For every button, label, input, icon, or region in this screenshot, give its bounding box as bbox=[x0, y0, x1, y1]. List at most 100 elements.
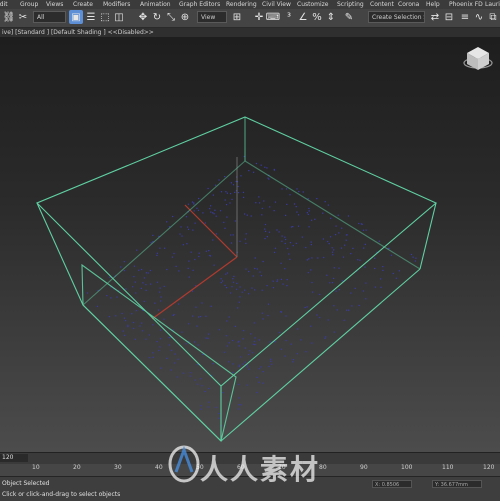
particle-dot bbox=[168, 337, 170, 339]
particle-dot bbox=[266, 236, 268, 238]
particle-dot bbox=[333, 331, 335, 333]
box-wireframe bbox=[36, 116, 438, 443]
rotate-icon[interactable]: ↻ bbox=[150, 10, 164, 24]
menu-item-rendering[interactable]: Rendering bbox=[226, 0, 257, 9]
particle-dot bbox=[234, 191, 236, 193]
reference-coordinate-dropdown[interactable]: View bbox=[197, 11, 227, 23]
menu-item-corona[interactable]: Corona bbox=[398, 0, 419, 9]
mirror-icon[interactable]: ⇄ bbox=[428, 10, 442, 24]
particle-dot bbox=[189, 375, 191, 377]
particle-dot bbox=[308, 207, 310, 210]
scale-icon[interactable]: ⤡ bbox=[164, 10, 178, 24]
menu-item-edit[interactable]: Edit bbox=[0, 0, 8, 9]
particle-dot bbox=[374, 286, 377, 288]
particle-dot bbox=[410, 253, 413, 256]
menu-item-civil-view[interactable]: Civil View bbox=[262, 0, 291, 9]
particle-dot bbox=[282, 283, 284, 285]
edit-named-selection-icon[interactable]: ✎ bbox=[342, 10, 356, 24]
named-selection-set-input[interactable]: Create Selection Se bbox=[368, 11, 425, 23]
particle-dot bbox=[142, 282, 144, 284]
menu-item-help[interactable]: Help bbox=[426, 0, 440, 9]
particle-dot bbox=[329, 282, 331, 284]
particle-dot bbox=[225, 287, 228, 289]
layer-explorer-icon[interactable]: ≡ bbox=[458, 10, 472, 24]
particle-dot bbox=[226, 192, 228, 194]
menu-item-phoenix-fd[interactable]: Phoenix FD bbox=[449, 0, 483, 9]
window-crossing-icon[interactable]: ◫ bbox=[112, 10, 126, 24]
menu-item-customize[interactable]: Customize bbox=[297, 0, 329, 9]
menu-item-animation[interactable]: Animation bbox=[140, 0, 171, 9]
particle-dot bbox=[276, 229, 278, 231]
particle-dot bbox=[238, 397, 240, 399]
particle-dot bbox=[308, 226, 310, 228]
particle-dot bbox=[247, 366, 249, 368]
coord-x-field[interactable]: X: 0.8506 bbox=[372, 480, 412, 488]
particle-dot bbox=[226, 272, 229, 274]
particle-dot bbox=[115, 315, 117, 317]
menu-item-graph-editors[interactable]: Graph Editors bbox=[179, 0, 220, 9]
particle-dot bbox=[301, 236, 303, 238]
menu-item-create[interactable]: Create bbox=[73, 0, 93, 9]
frame-counter[interactable]: 120 bbox=[0, 454, 28, 462]
spinner-snap-icon[interactable]: ⇕ bbox=[324, 10, 338, 24]
particle-dot bbox=[297, 328, 299, 330]
particle-dot bbox=[280, 278, 283, 280]
particle-dot bbox=[96, 305, 99, 307]
particle-dot bbox=[166, 357, 168, 359]
timeline-tick-label: 110 bbox=[442, 464, 454, 471]
particle-dot bbox=[215, 406, 217, 408]
particle-dot bbox=[182, 244, 184, 246]
particle-dot bbox=[181, 235, 183, 237]
viewport-label[interactable]: ive] [Standard ] [Default Shading ] <<Di… bbox=[2, 28, 154, 37]
menu-item-modifiers[interactable]: Modifiers bbox=[103, 0, 130, 9]
particle-dot bbox=[116, 296, 118, 298]
pivot-center-icon[interactable]: ⊞ bbox=[230, 10, 244, 24]
rectangle-selection-icon[interactable]: ⬚ bbox=[98, 10, 112, 24]
particle-dot bbox=[333, 267, 335, 269]
schematic-view-icon[interactable]: ⧉ bbox=[486, 10, 500, 24]
timeline-tick-label: 30 bbox=[114, 464, 122, 471]
particle-dot bbox=[230, 182, 232, 184]
particle-dot bbox=[207, 187, 209, 190]
menu-item-group[interactable]: Group bbox=[20, 0, 38, 9]
move-icon[interactable]: ✥ bbox=[136, 10, 150, 24]
particle-dot bbox=[145, 272, 147, 274]
particle-dot bbox=[331, 247, 333, 249]
particle-dot bbox=[251, 352, 253, 354]
particle-dot bbox=[248, 170, 250, 172]
place-icon[interactable]: ⊕ bbox=[178, 10, 192, 24]
perspective-viewport[interactable] bbox=[0, 37, 500, 452]
particle-dot bbox=[251, 287, 253, 289]
particle-dot bbox=[231, 339, 234, 342]
particle-dot bbox=[218, 179, 220, 181]
menu-item-lauri[interactable]: Lauri bbox=[485, 0, 500, 9]
particle-dot bbox=[285, 339, 287, 342]
viewcube-icon[interactable] bbox=[463, 47, 493, 70]
particle-dot bbox=[258, 368, 261, 370]
menu-item-views[interactable]: Views bbox=[46, 0, 63, 9]
link-icon[interactable]: ⛓ bbox=[2, 10, 16, 24]
select-object-icon[interactable]: ▣ bbox=[69, 10, 83, 24]
menu-item-scripting[interactable]: Scripting bbox=[337, 0, 364, 9]
particle-dot bbox=[326, 274, 328, 276]
menu-item-content[interactable]: Content bbox=[370, 0, 394, 9]
angle-snap-icon[interactable]: ∠ bbox=[296, 10, 310, 24]
selection-filter-dropdown[interactable]: All bbox=[33, 11, 66, 23]
select-by-name-icon[interactable]: ☰ bbox=[84, 10, 98, 24]
snaps-toggle-icon[interactable]: ³ bbox=[282, 10, 296, 24]
percent-snap-icon[interactable]: % bbox=[310, 10, 324, 24]
particle-dot bbox=[259, 202, 261, 204]
particle-dot bbox=[239, 364, 241, 366]
particle-dot bbox=[215, 184, 217, 186]
curve-editor-icon[interactable]: ∿ bbox=[472, 10, 486, 24]
particle-dot bbox=[212, 363, 214, 365]
keyboard-shortcut-icon[interactable]: ⌨ bbox=[266, 10, 280, 24]
particle-dot bbox=[248, 368, 250, 370]
particle-dot bbox=[194, 258, 196, 261]
select-manipulate-icon[interactable]: ✛ bbox=[252, 10, 266, 24]
unlink-icon[interactable]: ✂ bbox=[16, 10, 30, 24]
coord-y-field[interactable]: Y: 36.677mm bbox=[432, 480, 482, 488]
align-icon[interactable]: ⊟ bbox=[442, 10, 456, 24]
particle-dot bbox=[87, 292, 89, 294]
particle-dot bbox=[239, 240, 241, 242]
